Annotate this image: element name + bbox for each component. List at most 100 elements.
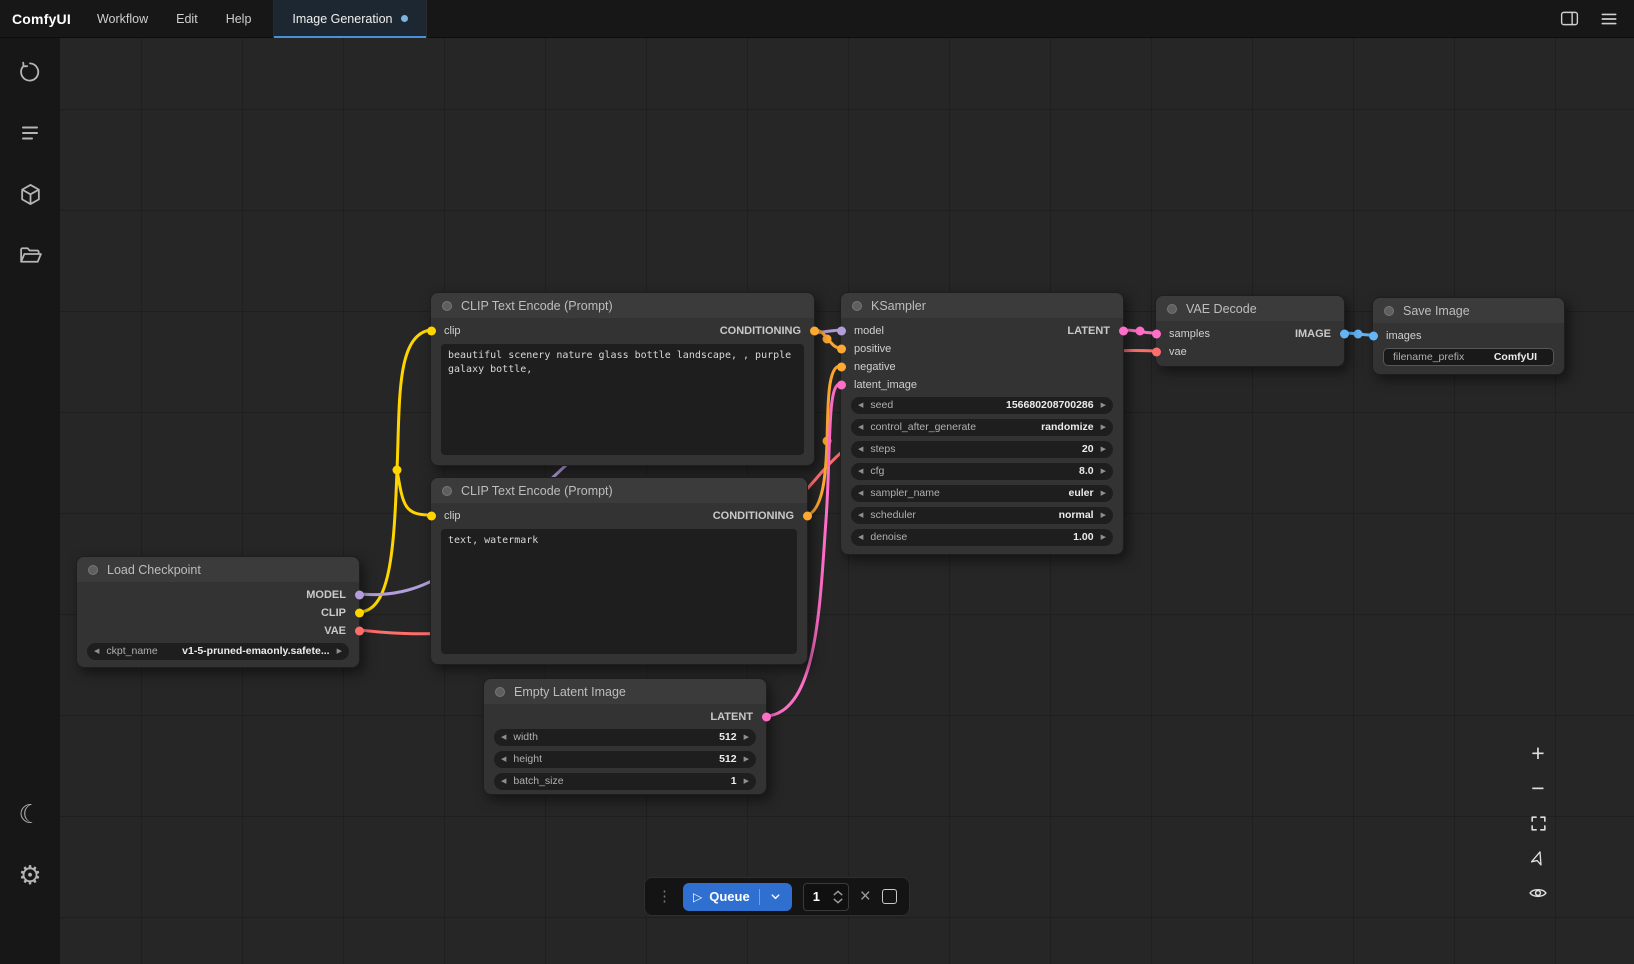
slot-dot-model-out[interactable] xyxy=(355,591,364,600)
fit-view-icon[interactable] xyxy=(1526,812,1550,834)
zoom-in-icon[interactable]: + xyxy=(1526,742,1550,764)
stepper-down-icon[interactable] xyxy=(833,898,843,904)
node-header[interactable]: CLIP Text Encode (Prompt) xyxy=(431,293,814,318)
decrement-icon[interactable]: ◀ xyxy=(858,468,863,475)
slot-dot-clip-in[interactable] xyxy=(427,512,436,521)
workflows-folder-icon[interactable] xyxy=(10,235,50,275)
collapse-dot[interactable] xyxy=(852,301,862,311)
history-icon[interactable] xyxy=(10,52,50,92)
node-ksampler[interactable]: KSampler model LATENT positive negative … xyxy=(840,292,1124,555)
menu-edit[interactable]: Edit xyxy=(176,12,198,26)
node-header[interactable]: Empty Latent Image xyxy=(484,679,766,704)
slot-dot-model-in[interactable] xyxy=(837,327,846,336)
increment-icon[interactable]: ▶ xyxy=(1101,446,1106,453)
widget-denoise[interactable]: ◀ denoise 1.00 ▶ xyxy=(851,529,1113,546)
decrement-icon[interactable]: ◀ xyxy=(94,648,99,655)
prompt-textarea[interactable]: beautiful scenery nature glass bottle la… xyxy=(441,344,804,455)
increment-icon[interactable]: ▶ xyxy=(1101,424,1106,431)
increment-icon[interactable]: ▶ xyxy=(337,648,342,655)
node-clip-text-encode-negative[interactable]: CLIP Text Encode (Prompt) clip CONDITION… xyxy=(430,477,808,665)
widget-ckpt-name[interactable]: ◀ ckpt_name v1-5-pruned-emaonly.safete..… xyxy=(87,643,349,660)
collapse-dot[interactable] xyxy=(495,687,505,697)
collapse-dot[interactable] xyxy=(1384,306,1394,316)
clear-queue-icon[interactable]: × xyxy=(860,887,871,906)
node-header[interactable]: Load Checkpoint xyxy=(77,557,359,582)
slot-dot-latent-out[interactable] xyxy=(1119,327,1128,336)
slot-dot-latent-out[interactable] xyxy=(762,713,771,722)
slot-dot-vae-out[interactable] xyxy=(355,627,364,636)
widget-width[interactable]: ◀ width 512 ▶ xyxy=(494,729,756,746)
decrement-icon[interactable]: ◀ xyxy=(858,446,863,453)
decrement-icon[interactable]: ◀ xyxy=(501,734,506,741)
slot-dot-clip-in[interactable] xyxy=(427,327,436,336)
collapse-dot[interactable] xyxy=(1167,304,1177,314)
stop-icon[interactable] xyxy=(882,889,897,904)
node-vae-decode[interactable]: VAE Decode samples IMAGE vae xyxy=(1155,295,1345,367)
increment-icon[interactable]: ▶ xyxy=(744,778,749,785)
slot-dot-images-in[interactable] xyxy=(1369,332,1378,341)
zoom-out-icon[interactable]: − xyxy=(1526,777,1550,799)
increment-icon[interactable]: ▶ xyxy=(1101,468,1106,475)
decrement-icon[interactable]: ◀ xyxy=(858,490,863,497)
settings-gear-icon[interactable]: ⚙ xyxy=(10,855,50,895)
slot-dot-positive-in[interactable] xyxy=(837,345,846,354)
node-header[interactable]: Save Image xyxy=(1373,298,1564,323)
slot-dot-conditioning-out[interactable] xyxy=(803,512,812,521)
menu-workflow[interactable]: Workflow xyxy=(97,12,148,26)
slot-dot-clip-out[interactable] xyxy=(355,609,364,618)
widget-cfg[interactable]: ◀ cfg 8.0 ▶ xyxy=(851,463,1113,480)
decrement-icon[interactable]: ◀ xyxy=(858,512,863,519)
menu-help[interactable]: Help xyxy=(226,12,252,26)
node-header[interactable]: VAE Decode xyxy=(1156,296,1344,321)
stepper-up-icon[interactable] xyxy=(833,890,843,896)
widget-batch-size[interactable]: ◀ batch_size 1 ▶ xyxy=(494,773,756,790)
theme-moon-icon[interactable]: ☾ xyxy=(10,794,50,834)
slot-dot-latent-image-in[interactable] xyxy=(837,381,846,390)
increment-icon[interactable]: ▶ xyxy=(744,734,749,741)
hamburger-menu-icon[interactable] xyxy=(1598,8,1620,30)
widget-height[interactable]: ◀ height 512 ▶ xyxy=(494,751,756,768)
increment-icon[interactable]: ▶ xyxy=(1101,402,1106,409)
node-header[interactable]: KSampler xyxy=(841,293,1123,318)
widget-seed[interactable]: ◀ seed 156680208700286 ▶ xyxy=(851,397,1113,414)
widget-scheduler[interactable]: ◀ scheduler normal ▶ xyxy=(851,507,1113,524)
slot-dot-conditioning-out[interactable] xyxy=(810,327,819,336)
collapse-dot[interactable] xyxy=(88,565,98,575)
slot-dot-image-out[interactable] xyxy=(1340,330,1349,339)
tab-image-generation[interactable]: Image Generation xyxy=(273,0,427,38)
app-logo[interactable]: ComfyUI xyxy=(12,11,71,27)
node-load-checkpoint[interactable]: Load Checkpoint MODEL CLIP VAE ◀ ckpt_na… xyxy=(76,556,360,668)
prompt-textarea[interactable]: text, watermark xyxy=(441,529,797,654)
decrement-icon[interactable]: ◀ xyxy=(858,534,863,541)
node-empty-latent-image[interactable]: Empty Latent Image LATENT ◀ width 512 ▶ … xyxy=(483,678,767,795)
slot-dot-negative-in[interactable] xyxy=(837,363,846,372)
toggle-panel-icon[interactable] xyxy=(1558,8,1580,30)
queue-list-icon[interactable] xyxy=(10,113,50,153)
decrement-icon[interactable]: ◀ xyxy=(501,778,506,785)
increment-icon[interactable]: ▶ xyxy=(1101,534,1106,541)
collapse-dot[interactable] xyxy=(442,486,452,496)
slot-dot-vae-in[interactable] xyxy=(1152,348,1161,357)
widget-steps[interactable]: ◀ steps 20 ▶ xyxy=(851,441,1113,458)
widget-sampler-name[interactable]: ◀ sampler_name euler ▶ xyxy=(851,485,1113,502)
decrement-icon[interactable]: ◀ xyxy=(858,402,863,409)
decrement-icon[interactable]: ◀ xyxy=(858,424,863,431)
select-cursor-icon[interactable] xyxy=(1526,847,1550,869)
toggle-visibility-eye-icon[interactable] xyxy=(1526,882,1550,904)
decrement-icon[interactable]: ◀ xyxy=(501,756,506,763)
increment-icon[interactable]: ▶ xyxy=(1101,512,1106,519)
slot-dot-samples-in[interactable] xyxy=(1152,330,1161,339)
widget-filename-prefix[interactable]: filename_prefix ComfyUI xyxy=(1383,348,1554,366)
drag-handle-icon[interactable]: ⋮ xyxy=(657,889,672,904)
increment-icon[interactable]: ▶ xyxy=(744,756,749,763)
increment-icon[interactable]: ▶ xyxy=(1101,490,1106,497)
node-save-image[interactable]: Save Image images filename_prefix ComfyU… xyxy=(1372,297,1565,375)
node-clip-text-encode-positive[interactable]: CLIP Text Encode (Prompt) clip CONDITION… xyxy=(430,292,815,466)
widget-control-after-generate[interactable]: ◀ control_after_generate randomize ▶ xyxy=(851,419,1113,436)
node-header[interactable]: CLIP Text Encode (Prompt) xyxy=(431,478,807,503)
batch-count-stepper[interactable]: 1 xyxy=(803,883,849,911)
node-library-icon[interactable] xyxy=(10,174,50,214)
collapse-dot[interactable] xyxy=(442,301,452,311)
chevron-down-icon[interactable] xyxy=(769,890,782,903)
queue-button[interactable]: ▷ Queue xyxy=(683,883,792,911)
